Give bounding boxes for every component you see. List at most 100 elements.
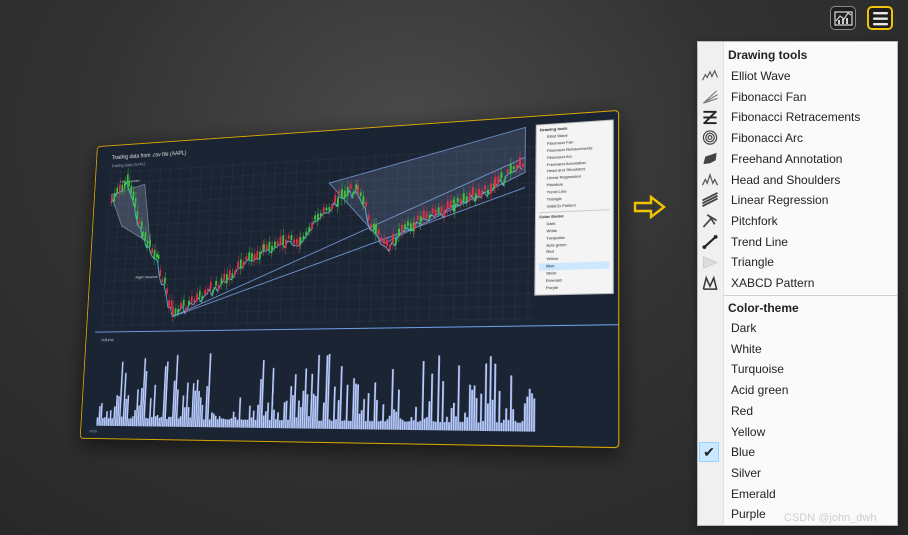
candle-body [487, 190, 489, 195]
theme-item-white[interactable]: White [698, 339, 897, 359]
menu-item-elliot-wave[interactable]: Elliot Wave [698, 66, 897, 86]
volume-bar [226, 419, 228, 427]
thumbnail-context-menu: Drawing tools Elliot Wave Fibonacci Fan Fi… [534, 119, 614, 295]
candle-body [242, 261, 244, 266]
candle-body [423, 210, 425, 218]
candle-body [347, 187, 349, 196]
candle-body [443, 210, 445, 217]
volume-bar [210, 412, 212, 427]
volume-bar [232, 412, 234, 428]
theme-item-blue[interactable]: ✔ Blue [698, 442, 897, 462]
triangle-icon [701, 254, 719, 270]
candle-body [151, 248, 153, 253]
volume-bar [316, 355, 320, 429]
candle-body [223, 274, 225, 281]
menu-item-label: Fibonacci Arc [731, 131, 803, 145]
candle-body [389, 244, 391, 250]
volume-bar [230, 418, 232, 427]
pane-divider [95, 325, 618, 332]
grid-line [102, 319, 534, 326]
pitchfork-icon [701, 213, 719, 229]
volume-bar [240, 419, 242, 427]
candle-body [191, 296, 193, 302]
candle-body [404, 224, 406, 229]
menu-item-label: Head and Shoulders [731, 173, 840, 187]
volume-bar [378, 421, 380, 429]
candle-body [466, 196, 468, 202]
menu-item-label: Pitchfork [731, 214, 778, 228]
candle-body [121, 185, 123, 191]
menu-item-label: Fibonacci Retracements [731, 110, 860, 124]
volume-bar [170, 417, 172, 427]
fibonacci-fan-icon [701, 89, 719, 105]
volume-bar [189, 417, 191, 427]
volume-bar [399, 418, 401, 429]
mini-menu-theme-item: Purple [539, 283, 610, 292]
candle-body [417, 216, 419, 221]
candle-body [234, 270, 236, 274]
menu-item-head-and-shoulders[interactable]: Head and Shoulders [698, 170, 897, 190]
volume-bar [437, 355, 440, 430]
theme-item-label: Turquoise [731, 362, 784, 376]
volume-bar [308, 416, 310, 428]
grid-line [108, 207, 535, 226]
menu-item-fibonacci-retracements[interactable]: Fibonacci Retracements [698, 107, 897, 127]
candle-body [188, 301, 190, 306]
volume-bar [273, 410, 275, 428]
theme-item-emerald[interactable]: Emerald [698, 484, 897, 504]
menu-button[interactable] [867, 6, 893, 30]
candle-body [128, 181, 130, 186]
volume-bar [279, 420, 281, 428]
theme-item-red[interactable]: Red [698, 401, 897, 421]
theme-item-silver[interactable]: Silver [698, 463, 897, 483]
menu-item-linear-regression[interactable]: Linear Regression [698, 190, 897, 210]
volume-bar [166, 419, 168, 427]
candle-body [326, 208, 328, 211]
volume-bar [154, 416, 156, 426]
volume-bar [358, 414, 360, 430]
theme-item-label: Blue [731, 445, 755, 459]
menu-item-xabcd-pattern[interactable]: XABCD Pattern [698, 273, 897, 293]
grid-line [104, 281, 534, 292]
candle-body [355, 184, 357, 189]
volume-bar [466, 417, 468, 431]
volume-bar [160, 417, 162, 427]
theme-item-acid-green[interactable]: Acid green [698, 380, 897, 400]
candle-body [156, 254, 158, 258]
candle-body [383, 239, 385, 244]
theme-item-yellow[interactable]: Yellow [698, 422, 897, 442]
theme-item-dark[interactable]: Dark [698, 318, 897, 338]
volume-bar [128, 419, 130, 427]
menu-item-trend-line[interactable]: Trend Line [698, 232, 897, 252]
candle-body [171, 300, 173, 308]
volume-bar [145, 418, 147, 427]
volume-bar [514, 421, 516, 431]
menu-item-triangle[interactable]: Triangle [698, 252, 897, 272]
menu-item-fibonacci-arc[interactable]: Fibonacci Arc [698, 128, 897, 148]
menu-item-pitchfork[interactable]: Pitchfork [698, 211, 897, 231]
theme-item-turquoise[interactable]: Turquoise [698, 359, 897, 379]
candle-body [386, 240, 388, 245]
theme-item-label: Silver [731, 466, 761, 480]
candle-body [142, 232, 144, 237]
candle-body [519, 157, 521, 167]
candle-body [159, 270, 161, 276]
volume-bar [473, 385, 476, 430]
chart-view-button[interactable] [830, 6, 856, 30]
candle-body [259, 252, 261, 259]
candle-body [344, 191, 346, 199]
volume-bar [505, 408, 507, 431]
menu-item-freehand-annotation[interactable]: Freehand Annotation [698, 149, 897, 169]
volume-bar [498, 391, 500, 431]
candle-body [196, 293, 198, 301]
candle-body [328, 207, 330, 211]
volume-bar [104, 417, 106, 426]
candle-body [395, 238, 397, 245]
volume-bar [343, 420, 345, 429]
candle-body [441, 206, 443, 213]
volume-bar [168, 417, 170, 427]
candle-body [201, 296, 203, 300]
candle-body [193, 299, 195, 302]
menu-item-fibonacci-fan[interactable]: Fibonacci Fan [698, 87, 897, 107]
candle-body [162, 279, 164, 282]
